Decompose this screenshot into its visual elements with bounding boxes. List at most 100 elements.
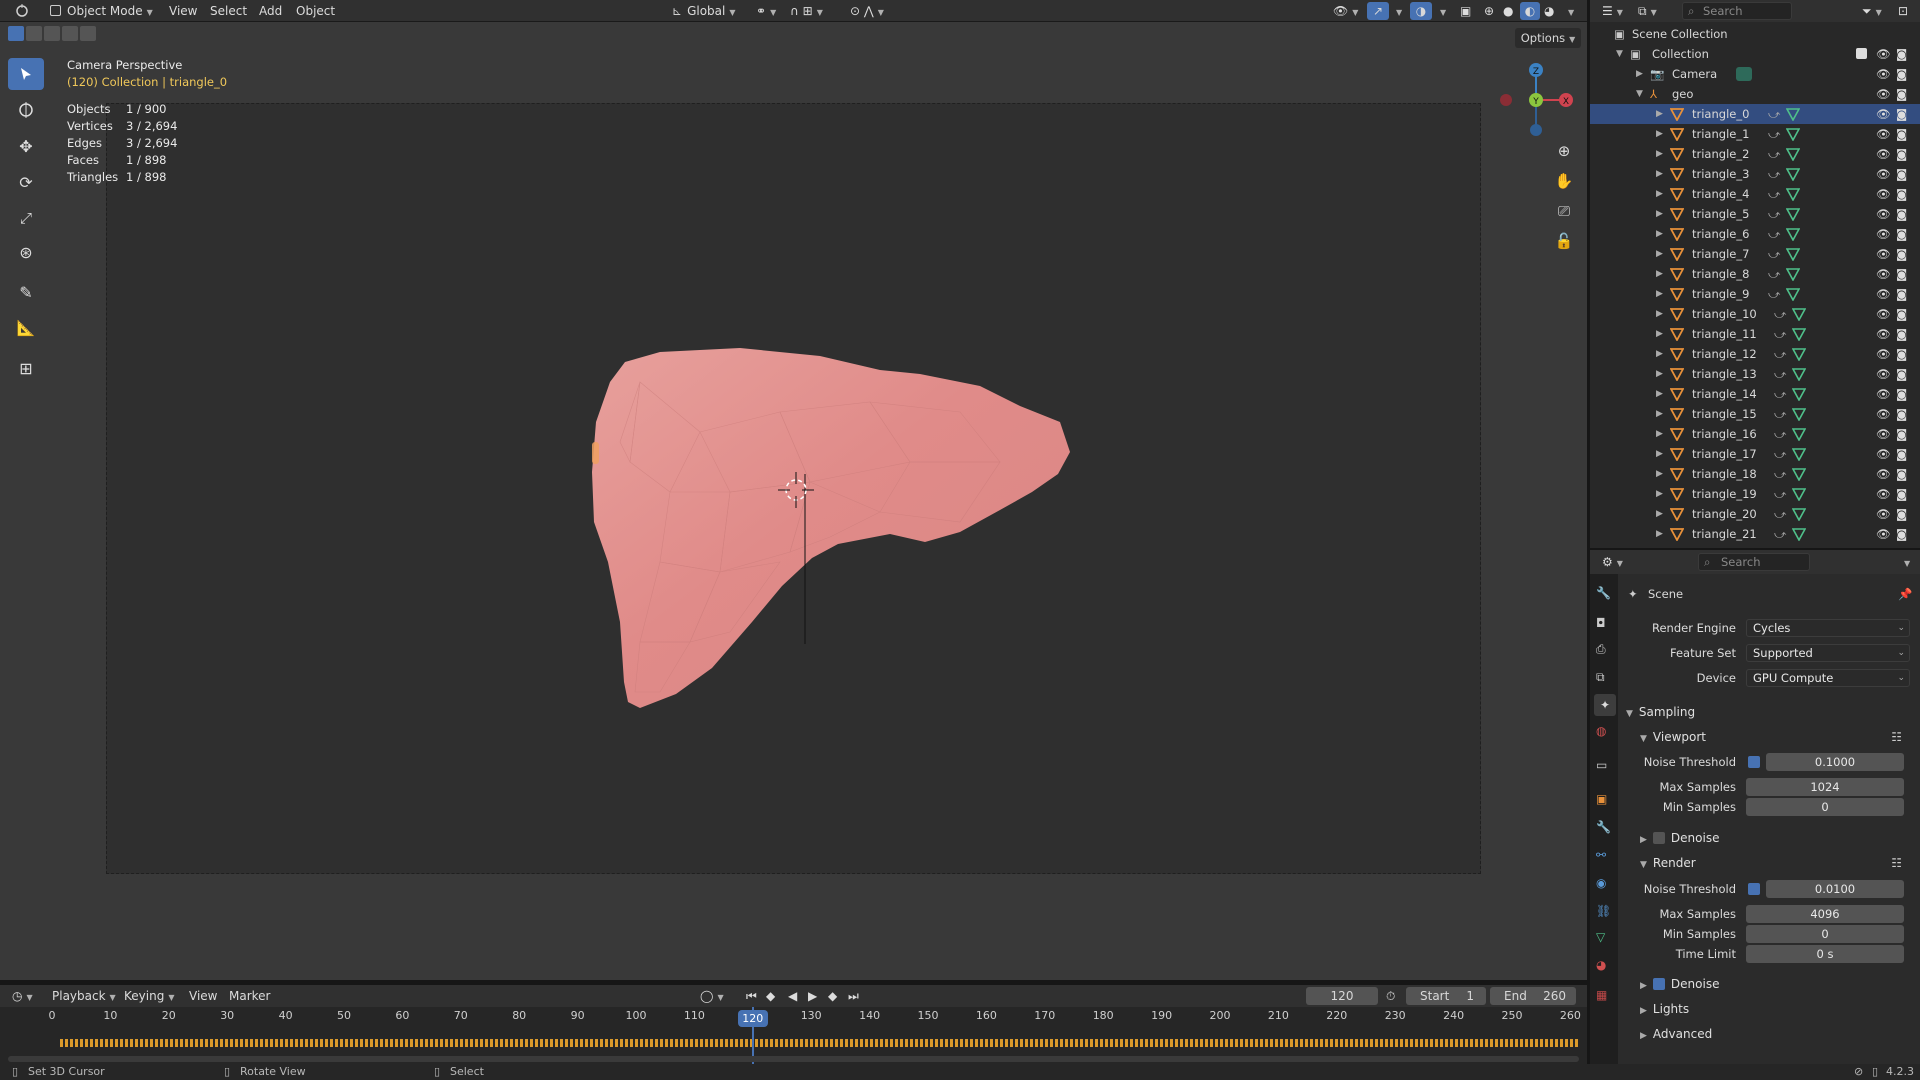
outliner-row-object[interactable]: ▶ triangle_14 ⤻ 👁 ◙ (1590, 384, 1920, 404)
outliner-row-object[interactable]: ▶ triangle_0 ⤻ 👁 ◙ (1590, 104, 1920, 124)
preview-range-button[interactable]: ⏱ (1386, 985, 1395, 1007)
outliner-row-object[interactable]: ▶ triangle_11 ⤻ 👁 ◙ (1590, 324, 1920, 344)
start-frame-field[interactable]: Start 1 (1406, 987, 1486, 1005)
select-box-tool[interactable] (8, 58, 44, 90)
outliner-row-collection[interactable]: ▼ ▣ Collection 👁 ◙ (1590, 44, 1920, 64)
eye-icon[interactable]: 👁 (1876, 484, 1891, 504)
eye-icon[interactable]: 👁 (1876, 104, 1891, 124)
shading-dropdown[interactable]: ▼ (1564, 0, 1574, 22)
mesh-data-icon[interactable] (1786, 147, 1800, 161)
current-frame-field[interactable]: 120 (1306, 987, 1378, 1005)
lock-icon[interactable]: 🔓 (1552, 232, 1576, 262)
modifier-link-icon[interactable]: ⤻ (1774, 404, 1786, 424)
outliner-row-object[interactable]: ▶ triangle_2 ⤻ 👁 ◙ (1590, 144, 1920, 164)
chevron-right-icon[interactable]: ▶ (1656, 184, 1663, 204)
shading-material-button[interactable]: ◐ (1520, 2, 1540, 20)
mesh-data-icon[interactable] (1792, 327, 1806, 341)
chevron-right-icon[interactable]: ▶ (1656, 124, 1663, 144)
viewport-max-samples-field[interactable]: 1024 (1746, 778, 1904, 796)
camera-render-icon[interactable]: ◙ (1896, 444, 1907, 464)
xray-button[interactable]: ▣ (1460, 0, 1471, 22)
filter-button[interactable]: ⏷ ▼ (1862, 0, 1882, 22)
camera-render-icon[interactable]: ◙ (1896, 524, 1907, 544)
camera-render-icon[interactable]: ◙ (1896, 484, 1907, 504)
chevron-right-icon[interactable]: ▶ (1656, 144, 1663, 164)
chevron-right-icon[interactable]: ▶ (1656, 444, 1663, 464)
outliner-search-input[interactable]: ⌕ Search (1682, 2, 1792, 20)
outliner-row-object[interactable]: ▶ triangle_4 ⤻ 👁 ◙ (1590, 184, 1920, 204)
camera-render-icon[interactable]: ◙ (1896, 64, 1907, 84)
measure-tool[interactable]: 📐 (8, 312, 44, 344)
eye-icon[interactable]: 👁 (1876, 304, 1891, 324)
lights-subpanel-header[interactable]: ▶ Lights (1640, 999, 1689, 1019)
modifier-link-icon[interactable]: ⤻ (1774, 424, 1786, 444)
select-new-icon[interactable] (8, 26, 24, 41)
eye-icon[interactable]: 👁 (1876, 64, 1891, 84)
scene-tab-icon[interactable]: ✦ (1594, 694, 1616, 716)
viewport-min-samples-field[interactable]: 0 (1746, 798, 1904, 816)
eye-icon[interactable]: 👁 (1876, 144, 1891, 164)
mesh-data-icon[interactable] (1786, 287, 1800, 301)
chevron-right-icon[interactable]: ▶ (1636, 64, 1643, 84)
outliner-row-object[interactable]: ▶ triangle_15 ⤻ 👁 ◙ (1590, 404, 1920, 424)
3d-cursor[interactable] (776, 470, 816, 510)
mesh-data-icon[interactable] (1792, 367, 1806, 381)
camera-render-icon[interactable]: ◙ (1896, 44, 1907, 64)
chevron-down-icon[interactable]: ▼ (1636, 84, 1643, 104)
eye-icon[interactable]: 👁 (1876, 164, 1891, 184)
device-select[interactable]: GPU Compute ⌄ (1746, 669, 1910, 687)
eye-icon[interactable]: 👁 (1876, 244, 1891, 264)
chevron-right-icon[interactable]: ▶ (1656, 164, 1663, 184)
modifier-link-icon[interactable]: ⤻ (1774, 444, 1786, 464)
chevron-right-icon[interactable]: ▶ (1656, 304, 1663, 324)
mesh-data-icon[interactable] (1792, 407, 1806, 421)
menu-timeline-view[interactable]: View (189, 985, 217, 1007)
modifier-link-icon[interactable]: ⤻ (1768, 244, 1780, 264)
eye-icon[interactable]: 👁 (1876, 504, 1891, 524)
camera-render-icon[interactable]: ◙ (1896, 344, 1907, 364)
navigation-gizmo[interactable]: Z X Y (1492, 58, 1576, 142)
chevron-right-icon[interactable]: ▶ (1656, 424, 1663, 444)
chevron-right-icon[interactable]: ▶ (1656, 204, 1663, 224)
snap-button[interactable]: ∩ ⊞ ▼ (790, 0, 823, 22)
outliner-row-object[interactable]: ▶ triangle_7 ⤻ 👁 ◙ (1590, 244, 1920, 264)
presets-list-icon[interactable]: ☷ (1891, 853, 1902, 873)
mesh-data-icon[interactable] (1786, 127, 1800, 141)
eye-icon[interactable]: 👁 (1876, 264, 1891, 284)
data-tab-icon[interactable]: ▽ (1596, 930, 1605, 944)
eye-icon[interactable]: 👁 (1876, 464, 1891, 484)
outliner-row-object[interactable]: ▶ triangle_12 ⤻ 👁 ◙ (1590, 344, 1920, 364)
options-dropdown[interactable]: Options ▼ (1515, 28, 1581, 48)
outliner-row-object[interactable]: ▶ triangle_3 ⤻ 👁 ◙ (1590, 164, 1920, 184)
chevron-right-icon[interactable]: ▶ (1656, 464, 1663, 484)
menu-select[interactable]: Select (210, 0, 247, 22)
camera-render-icon[interactable]: ◙ (1896, 244, 1907, 264)
camera-render-icon[interactable]: ◙ (1896, 504, 1907, 524)
outliner-row-object[interactable]: ▶ triangle_13 ⤻ 👁 ◙ (1590, 364, 1920, 384)
gizmo-dropdown[interactable]: ▼ (1392, 0, 1402, 22)
chevron-right-icon[interactable]: ▶ (1656, 404, 1663, 424)
chevron-right-icon[interactable]: ▶ (1656, 224, 1663, 244)
outliner-row-object[interactable]: ▶ triangle_16 ⤻ 👁 ◙ (1590, 424, 1920, 444)
render-subpanel-header[interactable]: ▼ Render ☷ (1640, 853, 1910, 873)
texture-tab-icon[interactable]: ▦ (1596, 988, 1607, 1002)
chevron-right-icon[interactable]: ▶ (1656, 284, 1663, 304)
shading-wireframe-button[interactable]: ⊕ (1484, 0, 1494, 22)
eye-icon[interactable]: 👁 (1876, 524, 1891, 544)
eye-icon[interactable]: 👁 (1876, 384, 1891, 404)
camera-render-icon[interactable]: ◙ (1896, 264, 1907, 284)
time-limit-field[interactable]: 0 s (1746, 945, 1904, 963)
modifier-link-icon[interactable]: ⤻ (1768, 284, 1780, 304)
modifier-link-icon[interactable]: ⤻ (1774, 324, 1786, 344)
transform-tool[interactable]: ⊛ (8, 236, 44, 268)
play-reverse-button[interactable]: ◀ (788, 985, 797, 1007)
render-noise-threshold-field[interactable]: 0.0100 (1766, 880, 1904, 898)
mesh-data-icon[interactable] (1792, 307, 1806, 321)
modifier-link-icon[interactable]: ⤻ (1774, 504, 1786, 524)
output-tab-icon[interactable]: ⎙ (1596, 642, 1606, 657)
particles-tab-icon[interactable]: ⚯ (1596, 848, 1606, 862)
render-denoise-subpanel-header[interactable]: ▶ Denoise (1640, 974, 1719, 994)
camera-render-icon[interactable]: ◙ (1896, 324, 1907, 344)
eye-icon[interactable]: 👁 (1876, 204, 1891, 224)
timeline-editor-type-button[interactable]: ◷ ▼ (12, 985, 33, 1007)
